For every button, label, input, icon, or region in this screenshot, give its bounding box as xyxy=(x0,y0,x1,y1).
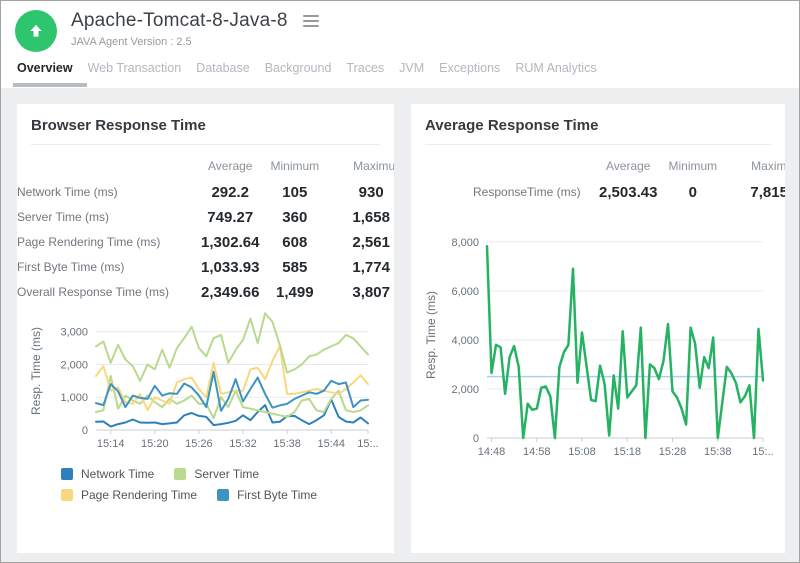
metric-value: 749.27 xyxy=(199,206,261,229)
svg-text:1,000: 1,000 xyxy=(60,392,88,404)
metric-value: 1,499 xyxy=(261,281,328,304)
average-response-table: AverageMinimumMaximum ResponseTime (ms)2,… xyxy=(411,155,785,204)
metric-value: 930 xyxy=(328,181,394,204)
column-header-minimum: Minimum xyxy=(261,155,328,179)
svg-text:15:..: 15:.. xyxy=(357,438,378,450)
column-header-minimum: Minimum xyxy=(659,155,726,179)
legend-row: Network Time Server Time xyxy=(61,467,394,481)
legend-label: Page Rendering Time xyxy=(81,488,197,502)
monitor-status-badge xyxy=(15,10,57,52)
browser-response-chart[interactable]: 0 1,000 2,000 3,000 15:14 15:20 15:26 15:32 15:3… xyxy=(24,308,394,465)
page-title: Apache-Tomcat-8-Java-8 xyxy=(71,10,288,32)
svg-text:15:28: 15:28 xyxy=(659,446,687,458)
svg-text:15:38: 15:38 xyxy=(704,446,732,458)
legend-label: Network Time xyxy=(81,467,154,481)
metric-value: 1,033.93 xyxy=(199,256,261,279)
column-header-average: Average xyxy=(199,155,261,179)
metric-label: Overall Response Time (ms) xyxy=(17,281,199,304)
svg-text:15:20: 15:20 xyxy=(141,438,169,450)
up-arrow-icon xyxy=(27,22,45,40)
metric-value: 360 xyxy=(261,206,328,229)
legend-label: Server Time xyxy=(194,467,259,481)
tab-rum-analytics[interactable]: RUM Analytics xyxy=(515,61,596,87)
metric-label: Server Time (ms) xyxy=(17,206,199,229)
column-header-maximum: Maximum xyxy=(726,155,785,179)
column-header-average: Average xyxy=(597,155,659,179)
panel-title: Browser Response Time xyxy=(31,117,380,134)
metric-value: 2,349.66 xyxy=(199,281,261,304)
svg-text:Resp. Time (ms): Resp. Time (ms) xyxy=(29,327,43,415)
svg-text:Resp. Time (ms): Resp. Time (ms) xyxy=(424,291,438,379)
header: Apache-Tomcat-8-Java-8 JAVA Agent Versio… xyxy=(1,1,799,88)
svg-text:15:14: 15:14 xyxy=(97,438,125,450)
metric-label: First Byte Time (ms) xyxy=(17,256,199,279)
divider xyxy=(31,144,380,145)
metric-value: 1,774 xyxy=(328,256,394,279)
legend-item-network-time[interactable]: Network Time xyxy=(61,467,154,481)
divider xyxy=(425,144,771,145)
metric-value: 2,561 xyxy=(328,231,394,254)
svg-text:15:32: 15:32 xyxy=(229,438,257,450)
metric-value: 585 xyxy=(261,256,328,279)
metric-label: ResponseTime (ms) xyxy=(411,181,597,204)
average-response-chart[interactable]: 0 2,000 4,000 6,000 8,000 14:48 14:58 15:08 15:1… xyxy=(421,220,785,475)
metric-label: Page Rendering Time (ms) xyxy=(17,231,199,254)
metric-value: 105 xyxy=(261,181,328,204)
tab-background[interactable]: Background xyxy=(265,61,332,87)
metric-value: 292.2 xyxy=(199,181,261,204)
tab-jvm[interactable]: JVM xyxy=(399,61,424,87)
legend-swatch xyxy=(61,468,73,480)
column-header-maximum: Maximum xyxy=(328,155,394,179)
svg-text:0: 0 xyxy=(82,425,88,437)
legend-swatch xyxy=(217,489,229,501)
svg-text:15:26: 15:26 xyxy=(185,438,213,450)
panel-title: Average Response Time xyxy=(425,117,771,134)
svg-text:3,000: 3,000 xyxy=(60,327,88,339)
legend-item-page-rendering-time[interactable]: Page Rendering Time xyxy=(61,488,197,502)
table-corner xyxy=(17,155,199,179)
svg-text:15:44: 15:44 xyxy=(317,438,345,450)
metric-value: 608 xyxy=(261,231,328,254)
chart-legend: Network Time Server Time Page Rendering Ti… xyxy=(61,467,394,502)
metric-value: 1,658 xyxy=(328,206,394,229)
legend-item-first-byte-time[interactable]: First Byte Time xyxy=(217,488,317,502)
tab-database[interactable]: Database xyxy=(196,61,250,87)
svg-text:8,000: 8,000 xyxy=(451,237,479,249)
svg-text:15:18: 15:18 xyxy=(613,446,641,458)
svg-text:15:38: 15:38 xyxy=(273,438,301,450)
table-corner xyxy=(411,155,597,179)
metric-value: 3,807 xyxy=(328,281,394,304)
tab-overview[interactable]: Overview xyxy=(17,61,73,87)
svg-text:6,000: 6,000 xyxy=(451,286,479,298)
svg-text:15:08: 15:08 xyxy=(568,446,596,458)
browser-response-time-panel: Browser Response Time AverageMinimumMaxi… xyxy=(17,104,394,553)
hamburger-icon[interactable] xyxy=(301,13,321,29)
legend-label: First Byte Time xyxy=(237,488,317,502)
metric-value: 7,815 xyxy=(726,181,785,204)
metric-value: 1,302.64 xyxy=(199,231,261,254)
legend-item-server-time[interactable]: Server Time xyxy=(174,467,259,481)
svg-text:2,000: 2,000 xyxy=(451,384,479,396)
metric-value: 2,503.43 xyxy=(597,181,659,204)
svg-text:2,000: 2,000 xyxy=(60,359,88,371)
browser-response-table: AverageMinimumMaximum Network Time (ms)29… xyxy=(17,155,394,304)
svg-text:15:..: 15:.. xyxy=(752,446,773,458)
svg-text:14:48: 14:48 xyxy=(478,446,506,458)
tab-exceptions[interactable]: Exceptions xyxy=(439,61,500,87)
svg-text:4,000: 4,000 xyxy=(451,335,479,347)
svg-text:0: 0 xyxy=(473,433,479,445)
legend-swatch xyxy=(61,489,73,501)
agent-version-label: JAVA Agent Version : 2.5 xyxy=(71,36,799,48)
metric-label: Network Time (ms) xyxy=(17,181,199,204)
average-response-time-panel: Average Response Time AverageMinimumMaxi… xyxy=(411,104,785,553)
legend-row: Page Rendering Time First Byte Time xyxy=(61,488,394,502)
legend-swatch xyxy=(174,468,186,480)
svg-text:14:58: 14:58 xyxy=(523,446,551,458)
tabs: Overview Web Transaction Database Backgroun… xyxy=(1,48,799,87)
app-window: Apache-Tomcat-8-Java-8 JAVA Agent Versio… xyxy=(0,0,800,563)
tab-web-transaction[interactable]: Web Transaction xyxy=(88,61,182,87)
metric-value: 0 xyxy=(659,181,726,204)
tab-traces[interactable]: Traces xyxy=(346,61,384,87)
